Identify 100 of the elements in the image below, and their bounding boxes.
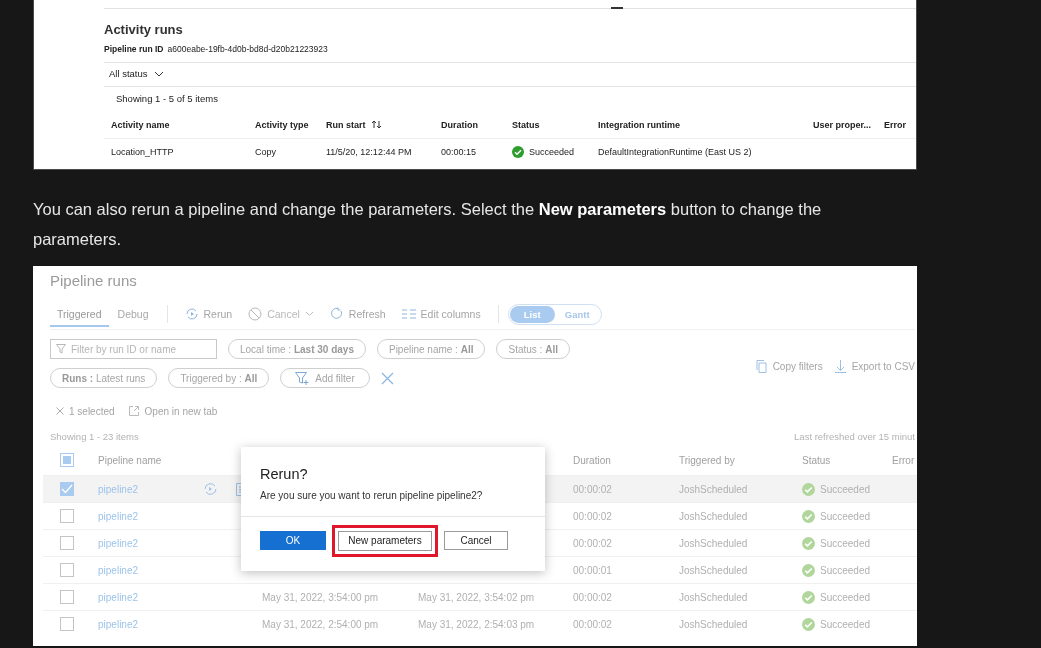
status-dropdown[interactable]: All status (109, 68, 164, 79)
row-checkbox[interactable] (60, 536, 74, 550)
row-checkbox[interactable] (60, 617, 74, 631)
column-header: Activity name (111, 119, 170, 130)
pipeline-link[interactable]: pipeline2 (98, 483, 139, 495)
status-text: Succeeded (529, 147, 575, 157)
success-check-icon (802, 563, 815, 577)
dialog-button[interactable]: New parameters (332, 524, 438, 557)
rerun-icon (184, 307, 199, 321)
column-header: Duration (441, 119, 478, 130)
copy-filters-button[interactable]: Copy filters (755, 360, 823, 373)
status-text: Succeeded (820, 564, 871, 576)
chevron-down-icon (153, 70, 164, 77)
row-checkbox[interactable] (60, 509, 74, 523)
column-header: Pipeline name (98, 454, 163, 466)
success-check-icon (802, 509, 815, 523)
column-header: Error (892, 454, 916, 466)
item-count: Showing 1 - 5 of 5 items (115, 92, 219, 106)
status-text: Succeeded (820, 483, 871, 495)
view-option[interactable]: Gantt (554, 305, 600, 323)
rerun-icon[interactable] (203, 482, 218, 496)
pipeline-link[interactable]: pipeline2 (98, 591, 139, 603)
panel-title: Pipeline runs (50, 271, 138, 291)
dialog-button[interactable]: Cancel (444, 531, 508, 550)
table-cell-text: 11/5/20, 12:12:44 PM (326, 147, 413, 157)
filter-pill[interactable]: Pipeline name : All (376, 339, 486, 359)
item-count: Showing 1 - 23 items (50, 431, 139, 444)
filter-pill[interactable]: Triggered by : All (168, 368, 270, 388)
columns-icon (401, 308, 416, 320)
column-header: Integration runtime (598, 119, 680, 130)
table-cell-text: 00:00:02 (573, 537, 613, 549)
external-link-icon (128, 406, 139, 416)
column-header: Error (884, 119, 906, 130)
refresh-icon (329, 307, 344, 321)
pipeline-link[interactable]: pipeline2 (98, 510, 139, 522)
edit-columns-button[interactable]: Edit columns (393, 308, 489, 320)
status-text: Succeeded (820, 537, 871, 549)
column-header: Triggered by (679, 454, 736, 466)
tab[interactable]: Debug (110, 301, 156, 327)
row-checkbox[interactable] (60, 563, 74, 577)
partial-checkbox-icon[interactable] (60, 453, 74, 467)
panel-title: Activity runs (104, 22, 184, 37)
last-refreshed: Last refreshed over 15 minut (794, 431, 915, 444)
column-header: Activity type (255, 119, 309, 130)
close-icon[interactable] (380, 371, 394, 385)
column-header: Run start (326, 119, 366, 130)
run-id-value: a600eabe-19fb-4d0b-bd8d-d20b21223923 (167, 44, 328, 54)
run-id-label: Pipeline run ID (104, 44, 164, 54)
table-cell-text: 00:00:02 (573, 618, 613, 630)
column-header: Status (802, 454, 832, 466)
success-check-icon (802, 482, 815, 496)
pipeline-link[interactable]: pipeline2 (98, 537, 139, 549)
row-checkbox[interactable] (60, 590, 74, 604)
tab[interactable]: Triggered (50, 301, 109, 327)
table-cell-text: 00:00:02 (573, 591, 613, 603)
table-cell-text: JoshScheduled (679, 618, 749, 630)
table-cell-text: 00:00:01 (573, 564, 613, 576)
selection-count: 1 selected (69, 405, 115, 417)
row-checkbox[interactable] (60, 482, 74, 496)
view-option[interactable]: List (509, 305, 555, 323)
add-filter-button[interactable]: Add filter (280, 368, 370, 388)
success-check-icon (802, 536, 815, 550)
pipeline-link[interactable]: pipeline2 (98, 618, 139, 630)
column-header: User proper... (813, 119, 872, 130)
filter-icon (56, 344, 66, 354)
rerun-button[interactable]: Rerun (176, 307, 241, 321)
refresh-button[interactable]: Refresh (321, 307, 394, 321)
table-cell-text: JoshScheduled (679, 483, 749, 495)
drag-handle-icon (611, 7, 623, 9)
table-cell: May 31, 2022, 3:54:02 pm (418, 591, 535, 603)
table-cell-text: JoshScheduled (679, 591, 749, 603)
dialog-title: Rerun? (259, 465, 309, 482)
dialog-button[interactable]: OK (260, 531, 326, 550)
add-filter-icon (295, 371, 310, 385)
table-cell-text: JoshScheduled (679, 537, 749, 549)
pipeline-link[interactable]: pipeline2 (98, 564, 139, 576)
table-cell-text: 00:00:02 (573, 483, 613, 495)
filter-pill[interactable]: Status : All (496, 339, 570, 359)
caret-icon (304, 311, 314, 317)
close-icon[interactable] (56, 407, 64, 415)
table-cell-text: JoshScheduled (679, 564, 749, 576)
filter-field[interactable]: Filter by run ID or name (50, 339, 217, 359)
copy-icon (755, 360, 767, 373)
success-check-icon (512, 146, 524, 158)
table-cell-text: Location_HTTP (111, 147, 175, 157)
export-button[interactable]: Export to CSV (834, 360, 915, 373)
open-in-new-tab-button[interactable]: Open in new tab (128, 405, 218, 417)
status-text: Succeeded (820, 510, 871, 522)
table-cell: May 31, 2022, 2:54:03 pm (418, 618, 535, 630)
status-text: Succeeded (820, 618, 871, 630)
column-header: Status (512, 119, 540, 130)
download-icon (834, 360, 846, 373)
success-check-icon (802, 617, 815, 631)
table-cell: May 31, 2022, 2:54:00 pm (262, 618, 379, 630)
sort-icon[interactable] (370, 120, 382, 129)
filter-pill[interactable]: Local time : Last 30 days (228, 339, 366, 359)
cancel-icon (248, 307, 263, 321)
table-cell-text: JoshScheduled (679, 510, 749, 522)
filter-pill[interactable]: Runs : Latest runs (50, 368, 158, 388)
table-cell: May 31, 2022, 3:54:00 pm (262, 591, 379, 603)
